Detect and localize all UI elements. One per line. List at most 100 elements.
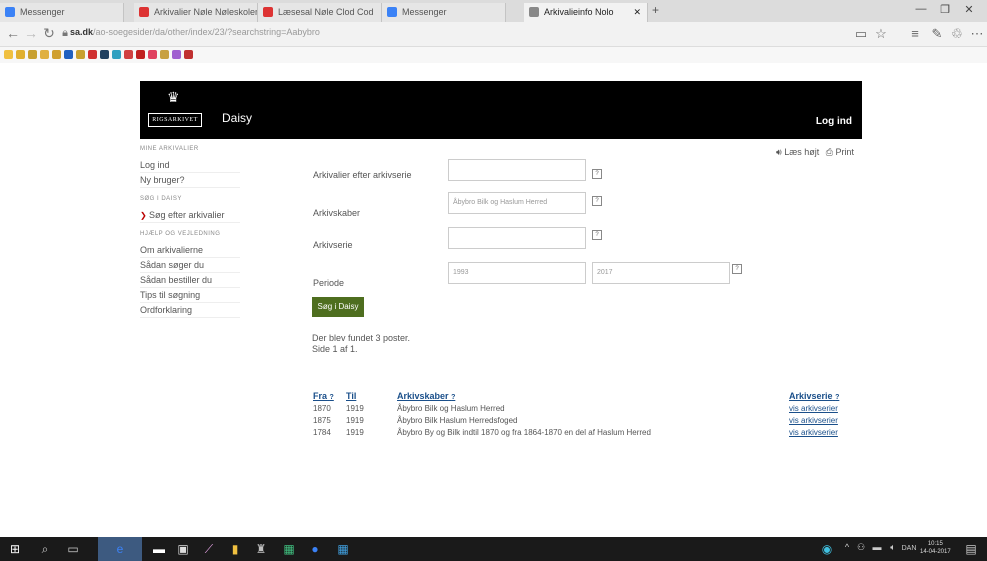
favorite-icon[interactable] bbox=[88, 50, 97, 59]
help-icon[interactable]: ? bbox=[835, 394, 839, 401]
system-clock[interactable]: 10:15 14-04-2017 bbox=[920, 540, 951, 556]
print-icon: ⎙ bbox=[825, 147, 833, 157]
browser-tab[interactable]: Messenger bbox=[0, 3, 124, 22]
sidebar-item-about[interactable]: Om arkivalierne bbox=[140, 243, 240, 258]
messenger-icon bbox=[387, 7, 397, 17]
share-icon[interactable]: ♲ bbox=[948, 26, 966, 42]
file-explorer-icon[interactable]: ▬ bbox=[150, 542, 168, 556]
pen-app-icon[interactable]: ⟋ bbox=[200, 542, 218, 557]
address-bar-row: ← → ↻ 🔒︎ sa.dk/ao-soegesider/da/other/in… bbox=[0, 22, 987, 47]
table-cell-to: 1919 bbox=[346, 404, 364, 413]
table-cell-from: 1870 bbox=[313, 404, 331, 413]
app-icon[interactable]: ● bbox=[306, 542, 324, 556]
column-header-serie[interactable]: Arkivserie ? bbox=[789, 391, 839, 401]
language-indicator[interactable]: DAN bbox=[898, 545, 920, 552]
archive-serie-input[interactable] bbox=[448, 227, 586, 249]
table-cell-creator: Åbybro By og Bilk indtil 1870 og fra 186… bbox=[397, 428, 651, 437]
help-icon[interactable]: ? bbox=[592, 196, 602, 206]
sidebar-item-login[interactable]: Log ind bbox=[140, 158, 240, 173]
favorite-icon[interactable] bbox=[184, 50, 193, 59]
archive-serie-label: Arkivserie bbox=[313, 240, 353, 250]
reading-view-icon[interactable]: ▭ bbox=[852, 26, 870, 42]
favorite-icon[interactable] bbox=[160, 50, 169, 59]
sidebar-section-heading: MINE ARKIVALIER bbox=[140, 146, 199, 152]
close-window-button[interactable]: ✕ bbox=[958, 3, 980, 16]
help-icon[interactable]: ? bbox=[451, 394, 455, 401]
browser-tab-active[interactable]: Arkivalieinfo Nolo ✕ bbox=[524, 3, 648, 22]
favorite-icon[interactable] bbox=[76, 50, 85, 59]
rigsarkivet-logo[interactable]: ♛ RIGSARKIVET bbox=[148, 89, 202, 131]
favorite-icon[interactable] bbox=[172, 50, 181, 59]
app-icon[interactable]: ▦ bbox=[334, 542, 352, 556]
close-tab-icon[interactable]: ✕ bbox=[633, 3, 641, 22]
edge-browser-icon[interactable]: e bbox=[98, 537, 142, 561]
notes-app-icon[interactable]: ▮ bbox=[226, 542, 244, 556]
favorite-icon[interactable] bbox=[100, 50, 109, 59]
sidebar-item-glossary[interactable]: Ordforklaring bbox=[140, 303, 240, 318]
favorite-icon[interactable] bbox=[112, 50, 121, 59]
maximize-button[interactable]: ❐ bbox=[934, 3, 956, 16]
back-icon[interactable]: ← bbox=[4, 25, 22, 41]
store-icon[interactable]: ▣ bbox=[174, 542, 192, 556]
web-note-icon[interactable]: ✎ bbox=[928, 26, 946, 42]
favorite-icon[interactable] bbox=[28, 50, 37, 59]
search-icon[interactable]: ⌕ bbox=[36, 542, 54, 557]
sidebar-item-tips[interactable]: Tips til søgning bbox=[140, 288, 240, 303]
chrome-icon[interactable]: ◉ bbox=[818, 542, 836, 556]
notifications-icon[interactable]: ▤ bbox=[962, 542, 980, 556]
favorite-icon[interactable] bbox=[148, 50, 157, 59]
help-icon[interactable]: ? bbox=[330, 394, 334, 401]
results-summary: Der blev fundet 3 poster. Side 1 af 1. bbox=[312, 333, 410, 355]
excel-icon[interactable]: ▦ bbox=[280, 542, 298, 556]
archive-creator-input[interactable]: Åbybro Bilk og Haslum Herred bbox=[448, 192, 586, 214]
search-button[interactable]: Søg i Daisy bbox=[312, 297, 364, 317]
print-link[interactable]: Print bbox=[835, 147, 854, 157]
sidebar-item-new-user[interactable]: Ny bruger? bbox=[140, 173, 240, 188]
favorite-icon[interactable] bbox=[40, 50, 49, 59]
show-series-link[interactable]: vis arkivserier bbox=[789, 416, 838, 425]
favorite-icon[interactable] bbox=[52, 50, 61, 59]
favorite-icon[interactable] bbox=[4, 50, 13, 59]
read-aloud-link[interactable]: Læs højt bbox=[784, 147, 819, 157]
help-icon[interactable]: ? bbox=[592, 169, 602, 179]
column-header-creator[interactable]: Arkivskaber ? bbox=[397, 391, 455, 401]
more-icon[interactable]: ⋯ bbox=[968, 26, 986, 42]
site-header: ♛ RIGSARKIVET Daisy Log ind bbox=[140, 81, 862, 139]
forward-icon[interactable]: → bbox=[22, 25, 40, 41]
period-to-input[interactable]: 2017 bbox=[592, 262, 730, 284]
show-series-link[interactable]: vis arkivserier bbox=[789, 404, 838, 413]
column-header-from[interactable]: Fra ? bbox=[313, 391, 334, 401]
table-cell-creator: Åbybro Bilk og Haslum Herred bbox=[397, 404, 505, 413]
crown-icon: ♛ bbox=[167, 89, 180, 105]
app-icon[interactable]: ♜ bbox=[252, 542, 270, 556]
sidebar-item-search[interactable]: Søg efter arkivalier bbox=[140, 208, 240, 223]
column-header-to[interactable]: Til bbox=[346, 391, 356, 401]
favorite-icon[interactable] bbox=[16, 50, 25, 59]
browser-tab[interactable]: Messenger bbox=[382, 3, 506, 22]
help-icon[interactable]: ? bbox=[592, 230, 602, 240]
favorite-icon[interactable] bbox=[136, 50, 145, 59]
windows-start-icon[interactable]: ⊞ bbox=[6, 542, 24, 556]
sidebar-item-how-search[interactable]: Sådan søger du bbox=[140, 258, 240, 273]
task-view-icon[interactable]: ▭ bbox=[64, 542, 82, 556]
show-series-link[interactable]: vis arkivserier bbox=[789, 428, 838, 437]
sidebar-item-how-order[interactable]: Sådan bestiller du bbox=[140, 273, 240, 288]
url-field[interactable]: sa.dk/ao-soegesider/da/other/index/23/?s… bbox=[70, 27, 530, 41]
sidebar-section-heading: HJÆLP OG VEJLEDNING bbox=[140, 231, 221, 237]
hub-icon[interactable]: ≡ bbox=[906, 26, 924, 41]
favorite-star-icon[interactable]: ☆ bbox=[872, 26, 890, 42]
favorite-icon[interactable] bbox=[124, 50, 133, 59]
sidebar: MINE ARKIVALIER Log ind Ny bruger? SØG I… bbox=[140, 143, 240, 318]
browser-tab[interactable]: Læsesal Nøle Clod Cod bbox=[258, 3, 382, 22]
utility-links: 🔊︎ Læs højt ⎙ Print bbox=[776, 147, 854, 158]
new-tab-button[interactable]: + bbox=[652, 3, 659, 17]
header-login-link[interactable]: Log ind bbox=[816, 116, 852, 127]
help-icon[interactable]: ? bbox=[732, 264, 742, 274]
site-name[interactable]: Daisy bbox=[222, 111, 252, 125]
favorite-icon[interactable] bbox=[64, 50, 73, 59]
archive-series-input[interactable] bbox=[448, 159, 586, 181]
period-from-input[interactable]: 1993 bbox=[448, 262, 586, 284]
table-cell-creator: Åbybro Bilk Haslum Herredsfoged bbox=[397, 416, 518, 425]
minimize-button[interactable]: — bbox=[910, 3, 932, 15]
browser-tab[interactable]: Arkivalier Nøle Nøleskolen Clod bbox=[134, 3, 258, 22]
